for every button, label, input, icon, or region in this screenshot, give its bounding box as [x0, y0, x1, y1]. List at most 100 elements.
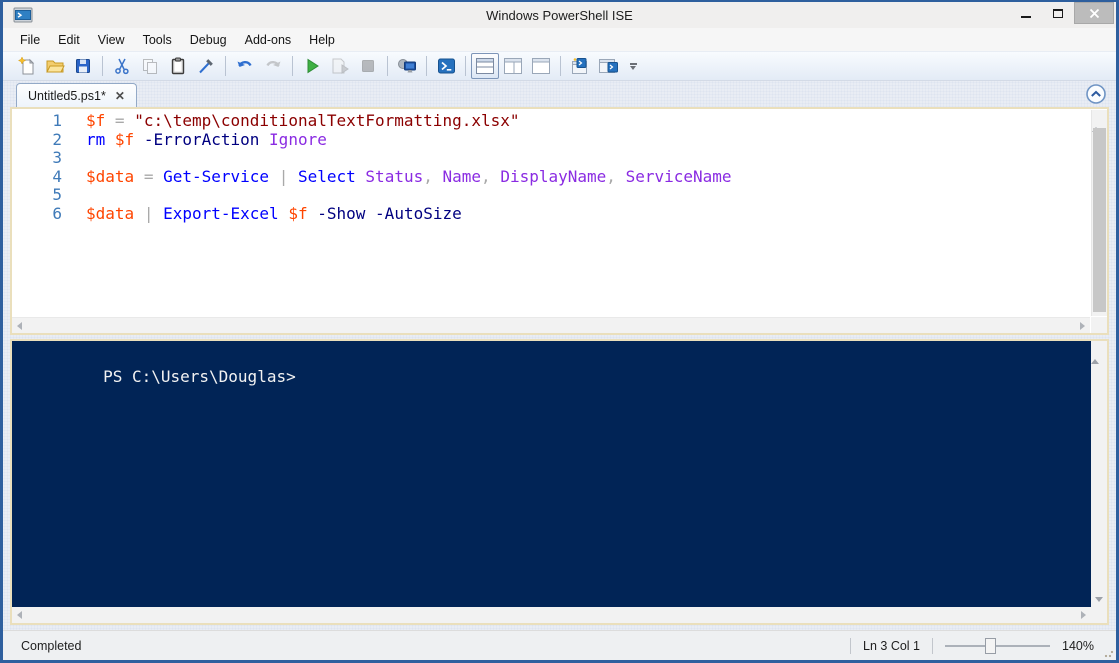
close-button[interactable]	[1074, 2, 1114, 24]
workspace: Untitled5.ps1* ✕ 1 $f = "c:\temp\conditio…	[3, 81, 1116, 630]
open-folder-icon	[45, 60, 65, 73]
run-selection-button[interactable]	[326, 53, 354, 79]
clipboard-icon	[171, 57, 185, 75]
show-script-pane-maximized-button[interactable]	[527, 53, 555, 79]
show-script-pane-right-button[interactable]	[499, 53, 527, 79]
menu-add-ons[interactable]: Add-ons	[236, 30, 301, 50]
tab-label: Untitled5.ps1*	[28, 88, 106, 103]
new-powershell-tab-button[interactable]	[566, 53, 594, 79]
status-separator	[932, 637, 934, 654]
menu-view[interactable]: View	[89, 30, 134, 50]
console-vertical-scrollbar[interactable]	[1091, 342, 1107, 607]
scrollbar-corner	[1091, 317, 1107, 333]
run-selection-icon	[332, 58, 349, 74]
new-file-icon	[18, 57, 35, 75]
line-col-indicator: Ln 3 Col 1	[863, 638, 921, 653]
menu-edit[interactable]: Edit	[49, 30, 89, 50]
line-number: 1	[52, 111, 62, 130]
minimize-button[interactable]	[1010, 2, 1042, 24]
line-number: 2	[52, 129, 62, 149]
script-tab-untitled5[interactable]: Untitled5.ps1* ✕	[16, 83, 137, 107]
code-text: $data | Export-Excel $f -Show -AutoSize	[86, 203, 462, 223]
zoom-slider-track	[945, 644, 1051, 647]
code-text: rm $f -ErrorAction Ignore	[86, 129, 327, 149]
toolbar-separator	[560, 56, 561, 76]
toolbar-separator	[426, 56, 427, 76]
code-text: $data = Get-Service | Select Status, Nam…	[86, 166, 732, 186]
undo-arrow-icon	[237, 60, 252, 67]
scroll-right-icon	[1081, 611, 1086, 619]
code-line: 5	[12, 185, 1090, 205]
editor-lines[interactable]: 1 $f = "c:\temp\conditionalTextFormatting…	[12, 109, 1090, 317]
stop-square-icon	[362, 60, 374, 72]
toolbar-separator	[465, 56, 466, 76]
line-number: 5	[52, 185, 62, 204]
zoom-slider[interactable]	[945, 637, 1051, 655]
scroll-up-icon	[1091, 342, 1099, 364]
stop-operation-button[interactable]	[354, 53, 382, 79]
new-remote-powershell-tab-button[interactable]	[393, 53, 421, 79]
open-script-button[interactable]	[41, 53, 69, 79]
code-line: 6 $data | Export-Excel $f -Show -AutoSize	[12, 203, 1090, 224]
scissors-icon	[115, 58, 129, 75]
toolbar-separator	[292, 56, 293, 76]
save-button[interactable]	[69, 53, 97, 79]
console-pane: PS C:\Users\Douglas>	[10, 339, 1109, 625]
overflow-bar-icon	[629, 62, 637, 65]
zoom-level: 140%	[1062, 638, 1094, 653]
redo-button[interactable]	[259, 53, 287, 79]
console-horizontal-scrollbar[interactable]	[12, 607, 1091, 623]
script-tab-row: Untitled5.ps1* ✕	[10, 81, 1109, 107]
redo-arrow-icon	[266, 60, 281, 67]
clear-console-button[interactable]	[192, 53, 220, 79]
menu-file[interactable]: File	[11, 30, 49, 50]
maximize-button[interactable]	[1042, 2, 1074, 24]
console-input-area[interactable]: PS C:\Users\Douglas>	[12, 341, 1091, 607]
resize-grip[interactable]	[1104, 648, 1114, 658]
save-floppy-icon	[76, 59, 90, 73]
remote-computer-icon	[398, 59, 416, 73]
window-title: Windows PowerShell ISE	[486, 7, 633, 23]
tab-close-icon[interactable]: ✕	[115, 90, 125, 102]
code-line: 4 $data = Get-Service | Select Status, Na…	[12, 166, 1090, 187]
console-prompt: PS C:\Users\Douglas>	[103, 367, 296, 386]
collapse-script-pane-button[interactable]	[1085, 83, 1107, 105]
show-script-pane-top-button[interactable]	[471, 53, 499, 79]
show-powershell-console-button[interactable]	[594, 53, 622, 79]
start-powershell-button[interactable]	[432, 53, 460, 79]
menu-tools[interactable]: Tools	[134, 30, 181, 50]
minimize-icon	[1021, 16, 1031, 18]
script-pane-maximized-icon	[532, 58, 550, 74]
cut-button[interactable]	[108, 53, 136, 79]
scroll-right-icon	[1080, 321, 1085, 330]
toolbar-overflow-button[interactable]	[626, 62, 640, 70]
title-bar: Windows PowerShell ISE	[3, 2, 1116, 28]
code-line: 2 rm $f -ErrorAction Ignore	[12, 129, 1090, 150]
script-pane-top-icon	[476, 58, 494, 74]
maximize-icon	[1053, 8, 1063, 18]
editor-vertical-scrollbar[interactable]	[1091, 110, 1107, 316]
zoom-slider-thumb[interactable]	[985, 637, 997, 654]
toolbar-separator	[225, 56, 226, 76]
run-play-icon	[307, 58, 319, 74]
paste-button[interactable]	[164, 53, 192, 79]
undo-button[interactable]	[231, 53, 259, 79]
run-script-button[interactable]	[298, 53, 326, 79]
script-pane-right-icon	[504, 58, 522, 74]
copy-button[interactable]	[136, 53, 164, 79]
clear-console-icon	[199, 59, 213, 74]
status-bar: Completed Ln 3 Col 1 140%	[3, 630, 1116, 660]
editor-horizontal-scrollbar[interactable]	[12, 317, 1090, 333]
copy-icon	[143, 59, 157, 74]
window-controls	[1010, 2, 1114, 28]
new-script-button[interactable]	[13, 53, 41, 79]
powershell-tab-new-icon	[572, 57, 587, 74]
menu-help[interactable]: Help	[300, 30, 344, 50]
line-number: 4	[52, 166, 62, 186]
toolbar	[3, 51, 1116, 81]
powershell-icon	[437, 58, 455, 74]
code-line: 1 $f = "c:\temp\conditionalTextFormatting…	[12, 111, 1090, 131]
scrollbar-thumb[interactable]	[1093, 128, 1106, 312]
menu-debug[interactable]: Debug	[181, 30, 236, 50]
status-bar-right: Ln 3 Col 1 140%	[850, 637, 1094, 655]
